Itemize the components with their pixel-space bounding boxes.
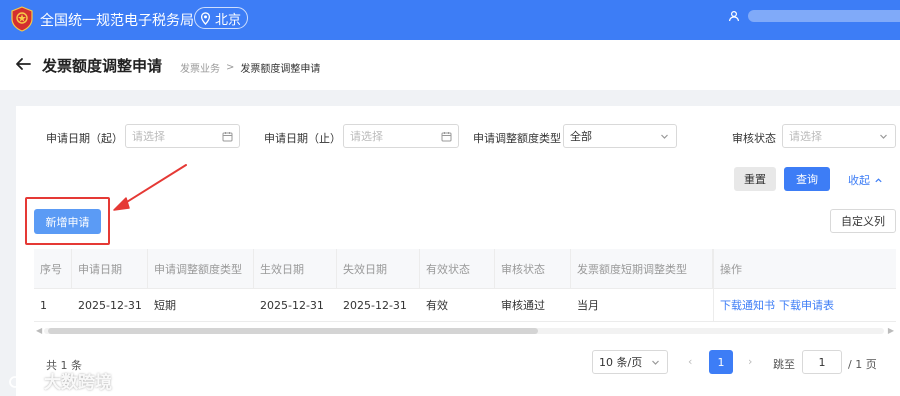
jump-to-page-input[interactable]: 1	[802, 350, 842, 374]
reset-button[interactable]: 重置	[734, 167, 776, 191]
top-bar: 全国统一规范电子税务局 北京	[0, 0, 900, 40]
cell-expiry-date: 2025-12-31	[343, 298, 407, 312]
start-date-label: 申请日期（起）	[46, 132, 123, 145]
breadcrumb-separator: >	[226, 62, 235, 73]
cell-operations: 下载通知书 下载申请表	[713, 289, 896, 321]
cell-quota-type: 短期	[154, 299, 176, 312]
col-index: 序号	[34, 249, 72, 288]
breadcrumb: 发票业务 > 发票额度调整申请	[180, 60, 320, 75]
end-date-label: 申请日期（止）	[264, 132, 341, 145]
review-status-select[interactable]: 请选择	[782, 124, 896, 148]
region-selector[interactable]: 北京	[194, 7, 249, 29]
review-status-placeholder: 请选择	[789, 130, 822, 143]
table-horizontal-scrollbar[interactable]: ◀ ▶	[34, 324, 896, 338]
breadcrumb-item-current: 发票额度调整申请	[240, 64, 321, 75]
region-label: 北京	[215, 12, 242, 28]
watermark-text: 大数跨境	[44, 373, 112, 393]
col-apply-date: 申请日期	[72, 249, 148, 288]
review-status-label: 审核状态	[732, 132, 776, 145]
col-operations: 操作	[713, 249, 896, 288]
table-header: 序号 申请日期 申请调整额度类型 生效日期 失效日期 有效状态 审核状态 发票额…	[34, 249, 896, 289]
applications-table: 序号 申请日期 申请调整额度类型 生效日期 失效日期 有效状态 审核状态 发票额…	[34, 249, 896, 322]
page-title: 发票额度调整申请	[42, 57, 163, 75]
quota-type-value: 全部	[570, 130, 592, 143]
collapse-label: 收起	[848, 174, 870, 187]
user-name-redacted	[748, 10, 900, 22]
col-valid-status: 有效状态	[420, 249, 495, 288]
user-icon	[728, 10, 740, 22]
scroll-right-icon[interactable]: ▶	[888, 326, 894, 335]
table-row: 1 2025-12-31 短期 2025-12-31 2025-12-31 有效…	[34, 289, 896, 322]
col-expiry-date: 失效日期	[337, 249, 420, 288]
col-review-status: 审核状态	[495, 249, 571, 288]
user-menu[interactable]	[728, 10, 900, 22]
cell-short-term-type: 当月	[577, 299, 599, 312]
chevron-down-icon	[652, 360, 659, 365]
scroll-left-icon[interactable]: ◀	[36, 326, 42, 335]
start-date-picker[interactable]: 请选择	[125, 124, 240, 148]
add-application-button[interactable]: 新增申请	[34, 209, 101, 234]
breadcrumb-item-invoice-business[interactable]: 发票业务	[180, 60, 220, 75]
start-date-placeholder: 请选择	[132, 130, 165, 143]
quota-type-select[interactable]: 全部	[563, 124, 677, 148]
cell-review-status: 审核通过	[501, 299, 545, 312]
custom-columns-button[interactable]: 自定义列	[830, 209, 896, 233]
jump-to-label: 跳至	[773, 358, 795, 371]
back-arrow-icon[interactable]	[14, 55, 32, 73]
chevron-down-icon	[661, 134, 668, 139]
quota-type-label: 申请调整额度类型	[473, 132, 561, 145]
end-date-placeholder: 请选择	[350, 130, 383, 143]
col-short-term-type: 发票额度短期调整类型	[571, 249, 713, 288]
cell-index: 1	[40, 298, 47, 312]
collapse-filters-link[interactable]: 收起	[848, 172, 883, 188]
page-size-value: 10 条/页	[599, 356, 643, 369]
download-notice-link[interactable]: 下载通知书	[720, 297, 775, 313]
watermark-logo-icon	[9, 374, 37, 388]
tax-emblem-icon	[11, 6, 33, 32]
prev-page-icon[interactable]: ‹	[688, 355, 692, 368]
chevron-down-icon	[880, 134, 887, 139]
page-size-select[interactable]: 10 条/页	[592, 350, 668, 374]
location-pin-icon	[200, 11, 211, 25]
cell-apply-date: 2025-12-31	[78, 298, 142, 312]
end-date-picker[interactable]: 请选择	[343, 124, 459, 148]
scrollbar-thumb[interactable]	[48, 328, 538, 334]
total-pages-label: / 1 页	[848, 358, 877, 371]
col-quota-type: 申请调整额度类型	[148, 249, 254, 288]
next-page-icon[interactable]: ›	[748, 355, 752, 368]
cell-effective-date: 2025-12-31	[260, 298, 324, 312]
chevron-up-icon	[875, 177, 882, 182]
watermark: 大数跨境	[8, 368, 112, 393]
calendar-icon	[222, 131, 233, 141]
query-button[interactable]: 查询	[784, 167, 830, 191]
site-title: 全国统一规范电子税务局	[40, 13, 194, 29]
calendar-icon	[441, 131, 452, 141]
cell-valid-status: 有效	[426, 299, 448, 312]
download-application-link[interactable]: 下载申请表	[779, 297, 834, 313]
page-header: 发票额度调整申请 发票业务 > 发票额度调整申请	[0, 40, 900, 90]
col-effective-date: 生效日期	[254, 249, 337, 288]
current-page-button[interactable]: 1	[709, 350, 733, 374]
